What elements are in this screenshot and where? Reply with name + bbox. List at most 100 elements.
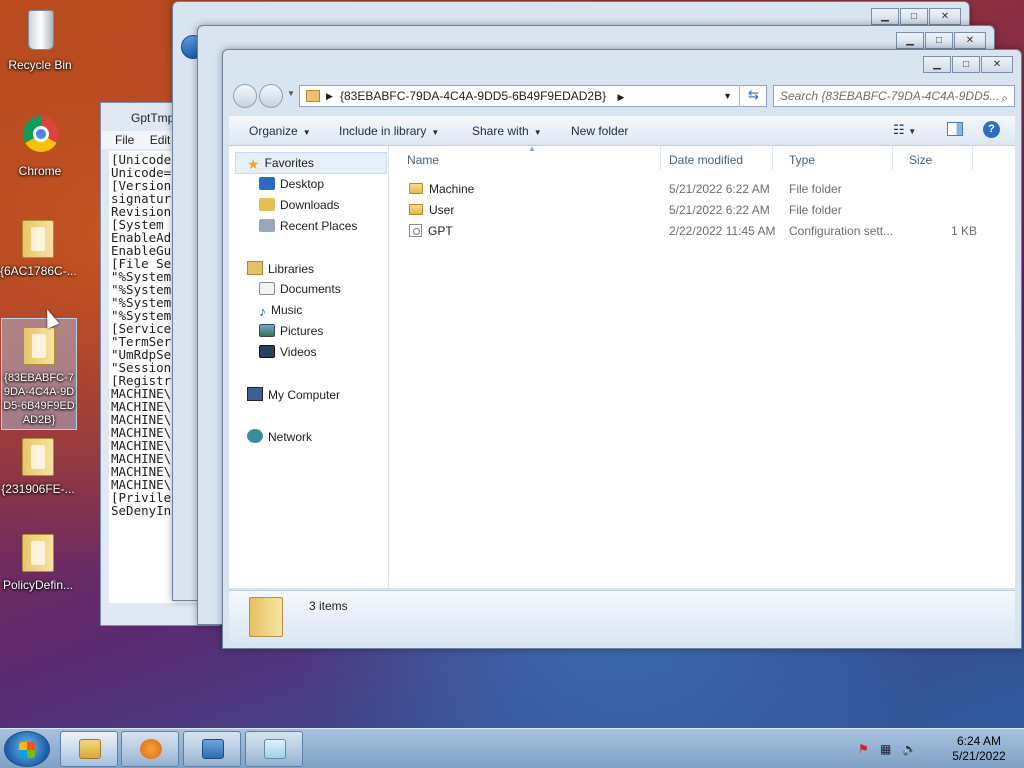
window-controls: ▁ □ ✕ [923, 56, 1013, 73]
nav-my-computer[interactable]: My Computer [247, 387, 340, 402]
nav-item-pictures[interactable]: Pictures [259, 324, 323, 338]
nav-item-videos[interactable]: Videos [259, 345, 316, 359]
folder-icon [249, 597, 283, 637]
computer-icon [247, 387, 263, 401]
start-button[interactable] [4, 731, 50, 767]
sort-indicator-icon: ▲ [528, 144, 536, 153]
nav-libraries[interactable]: Libraries [247, 261, 314, 276]
documents-icon [259, 282, 275, 295]
file-date: 5/21/2022 6:22 AM [669, 203, 770, 217]
folder-icon [23, 327, 55, 365]
desktop-icon-label: {6AC1786C-... [0, 264, 77, 278]
back-button[interactable] [233, 84, 257, 108]
share-with-button[interactable]: Share with ▼ [472, 124, 542, 138]
desktop-icon-policydefinitions[interactable]: PolicyDefin... [0, 526, 76, 592]
volume-icon[interactable]: 🔈 [902, 742, 917, 756]
maximize-button[interactable]: □ [925, 32, 953, 49]
file-date: 2/22/2022 11:45 AM [669, 224, 776, 238]
window-controls: ▁ □ ✕ [896, 32, 986, 49]
refresh-button[interactable]: ⇆ [739, 85, 767, 107]
folder-icon [22, 438, 54, 476]
action-center-icon[interactable]: ⚑ [858, 742, 869, 756]
folder-icon [409, 204, 423, 215]
clock[interactable]: 6:24 AM 5/21/2022 [944, 734, 1014, 764]
menu-file[interactable]: File [115, 133, 134, 147]
file-name: Machine [429, 182, 475, 196]
item-count: 3 items [309, 599, 348, 613]
file-row[interactable]: Machine 5/21/2022 6:22 AM File folder [391, 178, 1015, 199]
close-button[interactable]: ✕ [954, 32, 986, 49]
desktop-icon-chrome[interactable]: Chrome [2, 112, 78, 178]
menu-edit[interactable]: Edit [150, 133, 171, 147]
close-button[interactable]: ✕ [981, 56, 1013, 73]
pictures-icon [259, 324, 275, 337]
minimize-button[interactable]: ▁ [871, 8, 899, 25]
address-dropdown-icon[interactable]: ▼ [723, 86, 732, 106]
address-bar[interactable]: ▶ {83EBABFC-79DA-4C4A-9DD5-6B49F9EDAD2B}… [299, 85, 767, 107]
file-type: File folder [789, 182, 842, 196]
maximize-button[interactable]: □ [900, 8, 928, 25]
desktop-icon-folder-83ebabfc[interactable]: {83EBABFC-79DA-4C4A-9DD5-6B49F9EDAD2B} [1, 318, 77, 430]
nav-favorites[interactable]: ★ Favorites [247, 156, 314, 172]
downloads-icon [259, 198, 275, 211]
clock-date: 5/21/2022 [952, 749, 1006, 763]
media-player-icon [140, 739, 162, 759]
music-icon: ♪ [259, 303, 266, 319]
desktop-icon-label: Chrome [18, 164, 62, 178]
breadcrumb-current[interactable]: {83EBABFC-79DA-4C4A-9DD5-6B49F9EDAD2B} [340, 89, 606, 103]
desktop-icon-folder-231906fe[interactable]: {231906FE-... [0, 430, 76, 496]
desktop-icon-recycle-bin[interactable]: Recycle Bin [2, 6, 78, 72]
column-header-name[interactable]: Name [391, 146, 661, 170]
system-tray: ⚑ ▦ 🔈 6:24 AM 5/21/2022 [854, 729, 1014, 768]
desktop-icon-label: {83EBABFC-79DA-4C4A-9DD5-6B49F9EDAD2B} [3, 372, 75, 426]
explorer-window[interactable]: ▁ □ ✕ ▼ ▶ {83EBABFC-79DA-4C4A-9DD5-6B49F… [222, 49, 1022, 649]
search-input[interactable]: Search {83EBABFC-79DA-4C4A-9DD5... ⌕ [773, 85, 1015, 107]
maximize-button[interactable]: □ [952, 56, 980, 73]
recent-pages-dropdown-icon[interactable]: ▼ [287, 89, 295, 98]
nav-item-desktop[interactable]: Desktop [259, 177, 324, 191]
file-size: 1 KB [951, 224, 978, 238]
column-header-size[interactable]: Size [893, 146, 973, 170]
breadcrumb-arrow-icon[interactable]: ▶ [617, 92, 624, 102]
libraries-icon [247, 261, 263, 275]
include-in-library-button[interactable]: Include in library ▼ [339, 124, 439, 138]
search-icon[interactable]: ⌕ [1001, 88, 1008, 108]
nav-item-music[interactable]: ♪ Music [259, 303, 302, 319]
forward-button[interactable] [259, 84, 283, 108]
taskbar-media-player-button[interactable] [121, 731, 179, 767]
recycle-bin-icon [28, 10, 54, 50]
file-row[interactable]: User 5/21/2022 6:22 AM File folder [391, 199, 1015, 220]
control-panel-icon [202, 739, 224, 759]
preview-pane-icon[interactable] [947, 122, 963, 136]
minimize-button[interactable]: ▁ [896, 32, 924, 49]
file-name: GPT [428, 224, 453, 238]
network-icon [247, 429, 263, 443]
new-folder-button[interactable]: New folder [571, 124, 628, 138]
nav-network[interactable]: Network [247, 429, 312, 444]
nav-item-documents[interactable]: Documents [259, 282, 341, 296]
nav-item-downloads[interactable]: Downloads [259, 198, 339, 212]
nav-item-recent-places[interactable]: Recent Places [259, 219, 357, 233]
close-button[interactable]: ✕ [929, 8, 961, 25]
minimize-button[interactable]: ▁ [923, 56, 951, 73]
desktop-icon-label: {231906FE-... [1, 482, 75, 496]
chrome-icon [23, 116, 59, 152]
navigation-pane: ★ Favorites Desktop Downloads Recent Plac… [229, 146, 389, 588]
taskbar-notepad-button[interactable] [245, 731, 303, 767]
desktop-icon-folder-6ac1786c[interactable]: {6AC1786C-... [0, 212, 77, 278]
column-header-type[interactable]: Type [773, 146, 893, 170]
desktop-icon-label: Recycle Bin [8, 58, 72, 72]
taskbar-control-panel-button[interactable] [183, 731, 241, 767]
address-row: ▼ ▶ {83EBABFC-79DA-4C4A-9DD5-6B49F9EDAD2… [229, 82, 1015, 110]
command-bar: Organize ▼ Include in library ▼ Share with… [229, 116, 1015, 146]
column-header-date-modified[interactable]: Date modified [653, 146, 773, 170]
file-list: Name ▲ Date modified Type Size Machine 5… [391, 144, 1015, 588]
organize-button[interactable]: Organize ▼ [249, 124, 311, 138]
view-options-icon[interactable]: ☷ ▼ [893, 122, 916, 138]
file-row[interactable]: GPT 2/22/2022 11:45 AM Configuration set… [391, 220, 1015, 241]
desktop-icon [259, 177, 275, 190]
breadcrumb-arrow-icon[interactable]: ▶ [326, 86, 333, 106]
network-status-icon[interactable]: ▦ [880, 742, 891, 756]
help-icon[interactable]: ? [983, 121, 1000, 138]
taskbar-explorer-button[interactable] [60, 731, 118, 767]
